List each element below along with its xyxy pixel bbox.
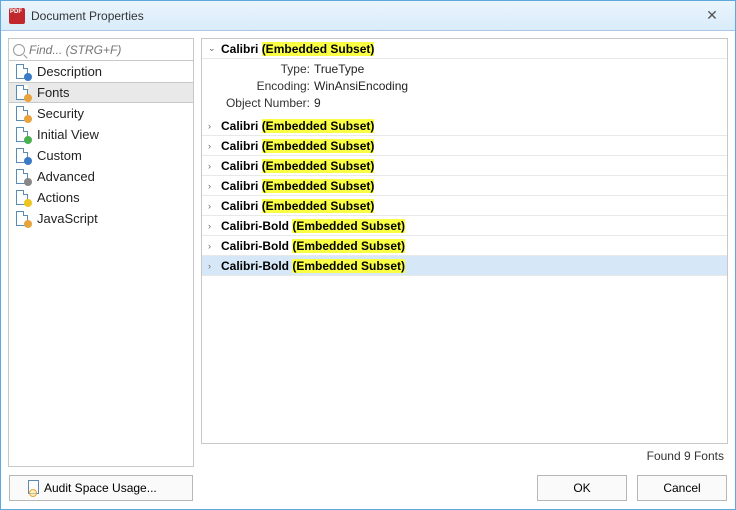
chevron-right-icon: › (208, 221, 218, 231)
main-panel: ⌄Calibri (Embedded Subset)Type:TrueTypeE… (201, 38, 728, 467)
font-name: Calibri-Bold (Embedded Subset) (221, 239, 405, 253)
chevron-right-icon: › (208, 241, 218, 251)
font-name: Calibri (Embedded Subset) (221, 159, 374, 173)
search-input[interactable] (29, 43, 189, 57)
detail-value-encoding: WinAnsiEncoding (314, 78, 408, 95)
font-name: Calibri (Embedded Subset) (221, 139, 374, 153)
sidebar-item-label: Description (37, 64, 102, 79)
font-row[interactable]: ›Calibri (Embedded Subset) (202, 136, 727, 156)
titlebar: Document Properties ✕ (1, 1, 735, 31)
page-icon (15, 106, 31, 122)
page-icon (15, 148, 31, 164)
chevron-right-icon: › (208, 161, 218, 171)
search-wrap (9, 39, 193, 61)
sidebar-item-fonts[interactable]: Fonts (9, 82, 193, 103)
window-title: Document Properties (31, 9, 697, 23)
search-icon (13, 44, 25, 56)
sidebar-item-javascript[interactable]: JavaScript (9, 208, 193, 229)
footer: Audit Space Usage... OK Cancel (1, 467, 735, 509)
font-list[interactable]: ⌄Calibri (Embedded Subset)Type:TrueTypeE… (201, 38, 728, 444)
font-row[interactable]: ›Calibri (Embedded Subset) (202, 156, 727, 176)
font-row[interactable]: ›Calibri (Embedded Subset) (202, 196, 727, 216)
page-icon (15, 169, 31, 185)
font-row[interactable]: ⌄Calibri (Embedded Subset) (202, 39, 727, 59)
sidebar-item-security[interactable]: Security (9, 103, 193, 124)
sidebar-item-label: JavaScript (37, 211, 98, 226)
font-name: Calibri (Embedded Subset) (221, 42, 374, 56)
sidebar-item-label: Advanced (37, 169, 95, 184)
sidebar-item-advanced[interactable]: Advanced (9, 166, 193, 187)
font-name: Calibri (Embedded Subset) (221, 179, 374, 193)
chevron-right-icon: › (208, 141, 218, 151)
ok-button[interactable]: OK (537, 475, 627, 501)
font-name: Calibri (Embedded Subset) (221, 199, 374, 213)
sidebar-item-label: Actions (37, 190, 80, 205)
detail-value-type: TrueType (314, 61, 364, 78)
sidebar: Description Fonts Security Initial View Cust… (8, 38, 194, 467)
found-count: Found 9 Fonts (201, 444, 728, 467)
sidebar-item-description[interactable]: Description (9, 61, 193, 82)
detail-label-encoding: Encoding: (206, 78, 314, 95)
page-icon (15, 85, 31, 101)
font-row[interactable]: ›Calibri-Bold (Embedded Subset) (202, 216, 727, 236)
chevron-right-icon: › (208, 261, 218, 271)
font-name: Calibri (Embedded Subset) (221, 119, 374, 133)
audit-space-button[interactable]: Audit Space Usage... (9, 475, 193, 501)
chevron-down-icon: ⌄ (208, 43, 218, 54)
font-name: Calibri-Bold (Embedded Subset) (221, 259, 405, 273)
sidebar-item-label: Fonts (37, 85, 70, 100)
app-icon (9, 8, 25, 24)
sidebar-item-label: Security (37, 106, 84, 121)
chevron-right-icon: › (208, 121, 218, 131)
detail-value-object-number: 9 (314, 95, 321, 112)
detail-label-type: Type: (206, 61, 314, 78)
font-row[interactable]: ›Calibri-Bold (Embedded Subset) (202, 236, 727, 256)
font-row[interactable]: ›Calibri-Bold (Embedded Subset) (202, 256, 727, 276)
font-row[interactable]: ›Calibri (Embedded Subset) (202, 176, 727, 196)
sidebar-nav: Description Fonts Security Initial View Cust… (9, 61, 193, 466)
font-details: Type:TrueTypeEncoding:WinAnsiEncodingObj… (202, 59, 727, 116)
sidebar-item-initial-view[interactable]: Initial View (9, 124, 193, 145)
close-button[interactable]: ✕ (697, 6, 727, 26)
sidebar-item-label: Custom (37, 148, 82, 163)
font-row[interactable]: ›Calibri (Embedded Subset) (202, 116, 727, 136)
sidebar-item-custom[interactable]: Custom (9, 145, 193, 166)
sidebar-item-label: Initial View (37, 127, 99, 142)
content-area: Description Fonts Security Initial View Cust… (1, 31, 735, 467)
page-icon (15, 211, 31, 227)
chevron-right-icon: › (208, 201, 218, 211)
chevron-right-icon: › (208, 181, 218, 191)
audit-label: Audit Space Usage... (44, 481, 157, 495)
audit-icon (20, 480, 36, 496)
page-icon (15, 64, 31, 80)
detail-label-object-number: Object Number: (206, 95, 314, 112)
font-name: Calibri-Bold (Embedded Subset) (221, 219, 405, 233)
page-icon (15, 127, 31, 143)
cancel-button[interactable]: Cancel (637, 475, 727, 501)
sidebar-item-actions[interactable]: Actions (9, 187, 193, 208)
page-icon (15, 190, 31, 206)
